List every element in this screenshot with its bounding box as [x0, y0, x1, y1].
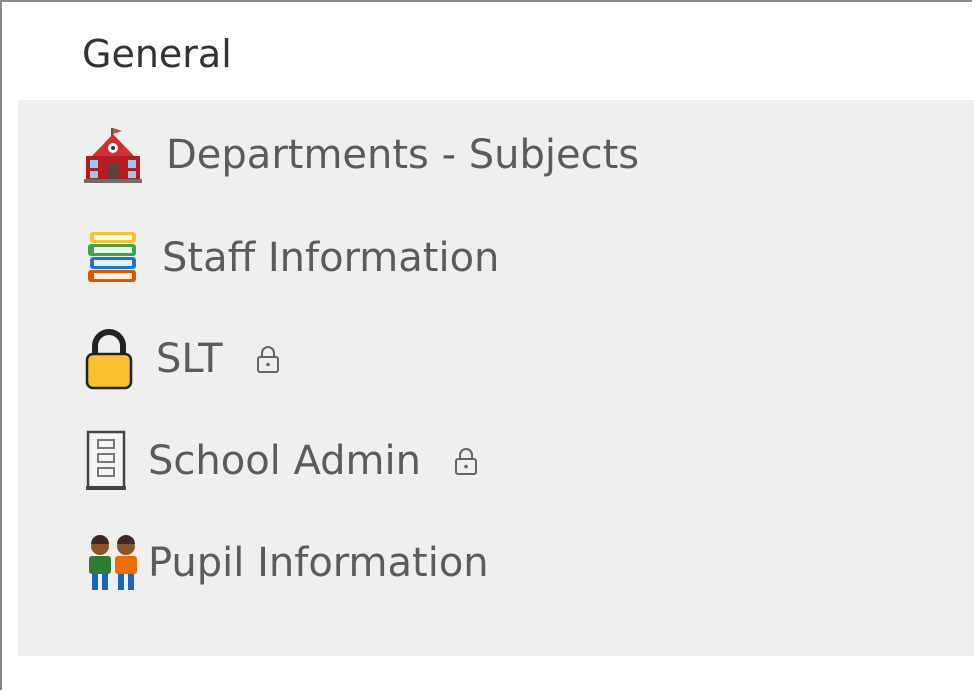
- channel-label: Staff Information: [162, 235, 500, 281]
- private-channel-lock-icon: [255, 344, 281, 374]
- school-building-icon: [84, 126, 142, 184]
- channel-item-slt[interactable]: SLT: [84, 328, 281, 390]
- channel-item-school-admin[interactable]: School Admin: [84, 430, 479, 492]
- section-title: General: [82, 32, 232, 76]
- books-stack-icon: [84, 230, 140, 286]
- filing-cabinet-icon: [84, 430, 128, 492]
- yellow-lock-icon: [84, 328, 134, 390]
- channel-label: School Admin: [148, 438, 421, 484]
- private-channel-lock-icon: [453, 446, 479, 476]
- channel-label: Pupil Information: [148, 540, 489, 586]
- two-children-icon: [84, 534, 142, 592]
- channel-item-staff-information[interactable]: Staff Information: [84, 227, 499, 289]
- channel-label: Departments - Subjects: [166, 132, 640, 178]
- channel-label: SLT: [156, 336, 223, 382]
- channel-item-pupil-information[interactable]: Pupil Information: [84, 532, 489, 594]
- channel-item-departments-subjects[interactable]: Departments - Subjects: [84, 124, 639, 186]
